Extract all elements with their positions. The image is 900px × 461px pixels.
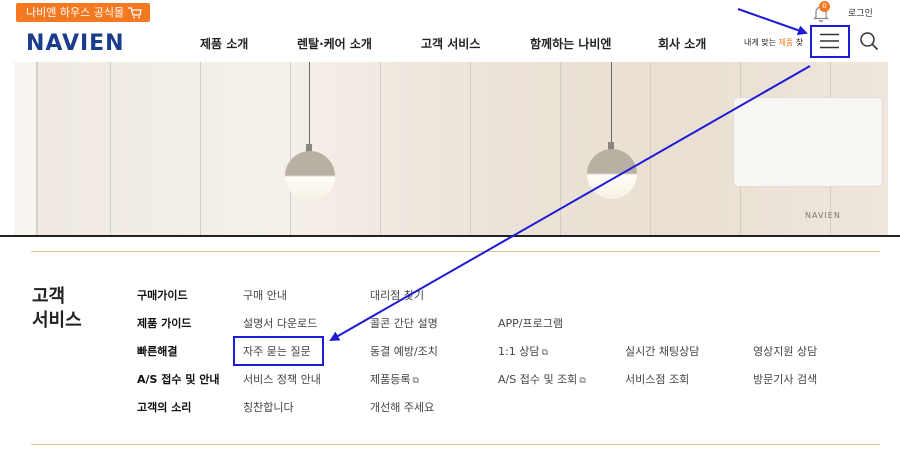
row-heading-as-service: A/S 접수 및 안내 — [137, 373, 220, 386]
row-heading-purchase-guide: 구매가이드 — [137, 289, 188, 302]
link-as-request[interactable]: A/S 접수 및 조회 ⧉ — [498, 371, 586, 387]
title-line-1: 고객 — [32, 286, 66, 307]
notification-count-badge: 0 — [819, 1, 830, 12]
nav-with-navien[interactable]: 함께하는 나비엔 — [530, 35, 611, 52]
official-shop-label: 나비엔 하우스 공식몰 — [26, 6, 125, 19]
link-service-policy[interactable]: 서비스 정책 안내 — [243, 371, 321, 387]
link-product-registration[interactable]: 제품등록 ⧉ — [370, 371, 419, 387]
login-link[interactable]: 로그인 — [848, 6, 873, 19]
wall-panel — [470, 62, 471, 235]
lamp-cord — [309, 62, 310, 146]
faq-highlight-box — [233, 336, 324, 366]
link-suggestion[interactable]: 개선해 주세요 — [370, 399, 434, 415]
link-product-registration-label: 제품등록 — [370, 373, 411, 386]
page: 나비엔 하우스 공식몰 0 로그인 NAVIEN 제품 소개 렌탈·케어 소개 … — [0, 0, 900, 461]
pendant-lamp — [285, 151, 335, 201]
top-strip: 나비엔 하우스 공식몰 0 로그인 — [0, 0, 900, 24]
wall-panel — [290, 62, 291, 235]
link-one-on-one-label: 1:1 상담 — [498, 345, 540, 358]
wall-panel — [200, 62, 201, 235]
navien-logo[interactable]: NAVIEN — [26, 31, 125, 56]
external-link-icon: ⧉ — [579, 376, 586, 386]
link-service-center[interactable]: 서비스점 조회 — [625, 371, 689, 387]
window-frame — [14, 62, 38, 235]
wall-panel — [110, 62, 111, 235]
product-device — [733, 97, 883, 187]
bottom-rule — [31, 444, 880, 445]
cart-icon — [128, 6, 142, 18]
official-shop-link[interactable]: 나비엔 하우스 공식몰 — [16, 3, 151, 22]
external-link-icon: ⧉ — [541, 348, 548, 358]
link-purchase-info[interactable]: 구매 안내 — [243, 287, 287, 303]
link-app-program[interactable]: APP/프로그램 — [498, 315, 563, 331]
search-icon[interactable] — [859, 31, 879, 51]
link-compliment[interactable]: 칭찬합니다 — [243, 399, 294, 415]
row-heading-product-guide: 제품 가이드 — [137, 317, 192, 330]
wall-panel — [650, 62, 651, 235]
find-my-product-suffix: 찾 — [793, 38, 804, 47]
customer-service-title: 고객 서비스 — [32, 285, 82, 333]
find-my-product-highlight: 제품 — [778, 38, 794, 47]
title-line-2: 서비스 — [32, 310, 82, 331]
link-one-on-one[interactable]: 1:1 상담 ⧉ — [498, 343, 548, 359]
link-live-chat[interactable]: 실시간 채팅상담 — [625, 343, 699, 359]
link-video-support[interactable]: 영상지원 상담 — [753, 343, 817, 359]
find-my-product-link[interactable]: 내게 맞는 제품 찾 — [744, 37, 803, 48]
link-as-request-label: A/S 접수 및 조회 — [498, 373, 578, 386]
find-my-product-prefix: 내게 맞는 — [744, 38, 779, 47]
nav-rental-care[interactable]: 렌탈·케어 소개 — [297, 35, 372, 52]
nav-product-intro[interactable]: 제품 소개 — [200, 35, 248, 52]
link-find-dealer[interactable]: 대리점 찾기 — [370, 287, 424, 303]
main-header: NAVIEN 제품 소개 렌탈·케어 소개 고객 서비스 함께하는 나비엔 회사… — [0, 24, 900, 62]
pendant-lamp — [587, 149, 637, 199]
top-rule — [31, 251, 880, 252]
row-heading-quick-fix: 빠른해결 — [137, 345, 178, 358]
nav-customer-service[interactable]: 고객 서비스 — [421, 35, 480, 52]
wall-panel — [560, 62, 561, 235]
wall-panel — [380, 62, 381, 235]
lamp-cord — [611, 62, 612, 144]
nav-company-intro[interactable]: 회사 소개 — [658, 35, 706, 52]
link-freeze-prevention[interactable]: 동결 예방/조치 — [370, 343, 438, 359]
menu-highlight-box — [810, 25, 850, 58]
section-divider — [0, 235, 900, 237]
link-technician-search[interactable]: 방문기사 검색 — [753, 371, 817, 387]
row-heading-customer-voice: 고객의 소리 — [137, 401, 192, 414]
device-logo: NAVIEN — [805, 211, 841, 220]
link-controller-guide[interactable]: 콜콘 간단 설명 — [370, 315, 438, 331]
link-manual-download[interactable]: 설명서 다운로드 — [243, 315, 317, 331]
external-link-icon: ⧉ — [412, 376, 419, 386]
